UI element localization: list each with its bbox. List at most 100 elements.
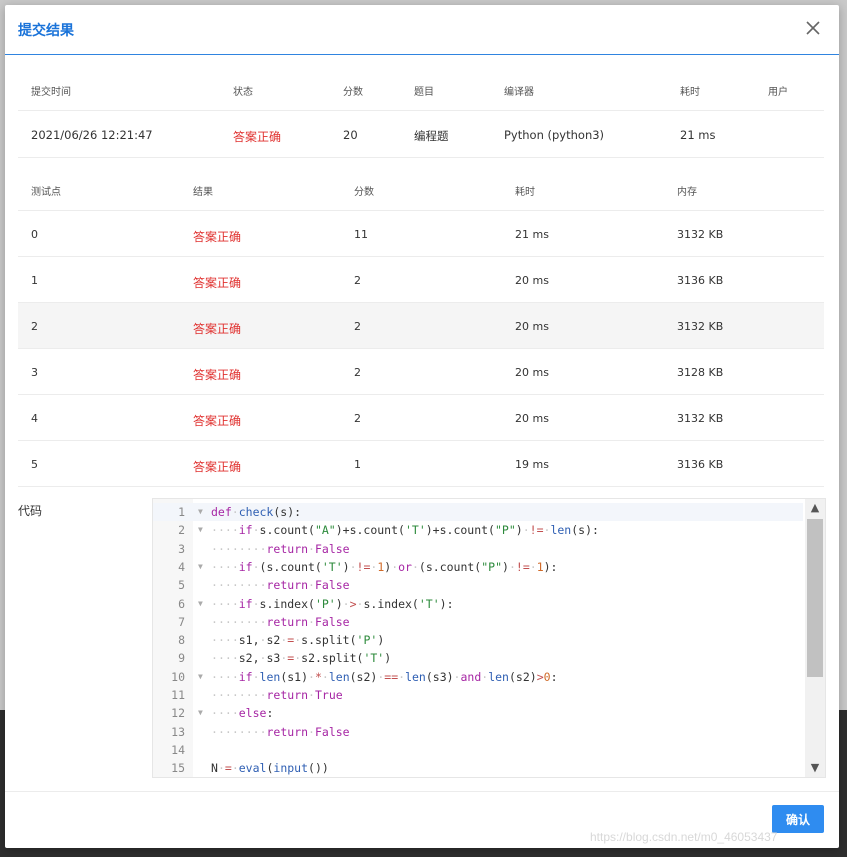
fold-toggle-icon[interactable]: ▼ [198, 668, 203, 686]
code-text: ····if·s.index('P')·>·s.index('T'): [211, 596, 454, 611]
score-value: 20 [343, 128, 358, 142]
code-line: 5 ········return·False [153, 576, 803, 594]
code-editor[interactable]: 1 ▼ def·check(s): 2 ▼ ····if·s.count("A")+s.c… [152, 498, 826, 778]
result-badge: 答案正确 [193, 460, 242, 474]
result-badge: 答案正确 [193, 322, 242, 336]
testcase-id: 2 [31, 320, 38, 333]
code-text: ····if·len(s1)·*·len(s2)·==·len(s3)·and·… [211, 669, 558, 684]
line-number: 7 [178, 614, 185, 629]
code-text: ····else: [211, 706, 274, 721]
table-row: 3 答案正确 2 20 ms 3128 KB [18, 349, 824, 395]
line-number: 14 [171, 742, 185, 757]
testcase-time: 20 ms [515, 274, 549, 287]
testcase-id: 1 [31, 274, 38, 287]
testcase-score: 2 [354, 274, 361, 287]
line-number: 8 [178, 633, 185, 648]
testcase-id: 3 [31, 366, 38, 379]
col-compiler: 编译器 [504, 87, 534, 98]
code-text: ····s2,·s3·=·s2.split('T') [211, 651, 392, 666]
code-line: 2 ▼ ····if·s.count("A")+s.count('T')+s.cou… [153, 521, 803, 539]
fold-toggle-icon[interactable]: ▼ [198, 595, 203, 613]
problem-link[interactable]: 编程题 [414, 128, 449, 144]
testcase-memory: 3136 KB [677, 458, 724, 471]
dialog-title: 提交结果 [18, 23, 74, 39]
code-line: 8 ····s1,·s2·=·s.split('P') [153, 631, 803, 649]
testcase-memory: 3128 KB [677, 366, 724, 379]
col-score: 分数 [354, 187, 374, 198]
close-button[interactable] [803, 18, 823, 38]
testcase-memory: 3132 KB [677, 228, 724, 241]
confirm-button[interactable]: 确认 [772, 805, 824, 833]
code-text: def·check(s): [211, 505, 302, 519]
col-time: 耗时 [515, 187, 535, 198]
code-text: ········return·False [211, 724, 350, 739]
col-memory: 内存 [677, 187, 697, 198]
testcase-memory: 3132 KB [677, 320, 724, 333]
result-badge: 答案正确 [193, 368, 242, 382]
code-line: 6 ▼ ····if·s.index('P')·>·s.index('T'): [153, 595, 803, 613]
testcase-time: 21 ms [515, 228, 549, 241]
time-value: 21 ms [680, 128, 716, 142]
fold-toggle-icon[interactable]: ▼ [198, 503, 203, 521]
fold-toggle-icon[interactable]: ▼ [198, 558, 203, 576]
testcase-score: 1 [354, 458, 361, 471]
chevron-down-icon[interactable]: ▼ [805, 759, 825, 777]
testcase-header-row: 测试点 结果 分数 耗时 内存 [18, 157, 824, 211]
code-text: ········return·False [211, 614, 350, 629]
code-line: 4 ▼ ····if·(s.count('T')·!=·1)·or·(s.count… [153, 558, 803, 576]
code-line: 11 ········return·True [153, 686, 803, 704]
chevron-up-icon[interactable]: ▲ [805, 499, 825, 517]
testcase-id: 4 [31, 412, 38, 425]
watermark: https://blog.csdn.net/m0_46053437 [590, 830, 778, 844]
col-score: 分数 [343, 87, 363, 98]
code-line: 7 ········return·False [153, 613, 803, 631]
code-text: ········return·False [211, 578, 350, 593]
code-line: 3 ········return·False [153, 540, 803, 558]
testcase-time: 20 ms [515, 412, 549, 425]
testcase-score: 2 [354, 366, 361, 379]
testcase-time: 20 ms [515, 366, 549, 379]
table-row: 5 答案正确 1 19 ms 3136 KB [18, 441, 824, 487]
submission-result-dialog: 提交结果 提交时间 状态 分数 题目 编译器 耗时 用户 2021/06/26 … [5, 5, 839, 848]
result-badge: 答案正确 [193, 230, 242, 244]
summary-table: 提交时间 状态 分数 题目 编译器 耗时 用户 2021/06/26 12:21… [18, 67, 824, 158]
code-text: ········return·False [211, 541, 350, 556]
fold-toggle-icon[interactable]: ▼ [198, 521, 203, 539]
close-icon [806, 21, 820, 35]
col-status: 状态 [233, 87, 253, 98]
line-number: 3 [178, 541, 185, 556]
scroll-thumb[interactable] [807, 519, 823, 677]
testcase-score: 11 [354, 228, 368, 241]
result-badge: 答案正确 [193, 276, 242, 290]
summary-row: 2021/06/26 12:21:47 答案正确 20 编程题 Python (… [18, 111, 824, 158]
table-row: 0 答案正确 11 21 ms 3132 KB [18, 211, 824, 257]
compiler-value: Python (python3) [504, 128, 605, 142]
line-number: 2 [178, 523, 185, 538]
code-line: 9 ····s2,·s3·=·s2.split('T') [153, 649, 803, 667]
col-submit-time: 提交时间 [31, 87, 71, 98]
line-number: 12 [171, 706, 185, 721]
code-text: N·=·eval(input()) [211, 761, 329, 776]
code-line: 12 ▼ ····else: [153, 704, 803, 722]
editor-scrollbar[interactable]: ▲ ▼ [805, 499, 825, 777]
result-badge: 答案正确 [193, 414, 242, 428]
line-number: 10 [171, 669, 185, 684]
testcase-time: 20 ms [515, 320, 549, 333]
status-badge: 答案正确 [233, 130, 282, 144]
code-line: 13 ········return·False [153, 723, 803, 741]
line-number: 9 [178, 651, 185, 666]
line-number: 1 [178, 505, 185, 519]
fold-toggle-icon[interactable]: ▼ [198, 704, 203, 722]
dialog-footer-divider [5, 791, 839, 792]
col-result: 结果 [193, 187, 213, 198]
line-number: 5 [178, 578, 185, 593]
testcase-id: 5 [31, 458, 38, 471]
table-row: 1 答案正确 2 20 ms 3136 KB [18, 257, 824, 303]
col-problem: 题目 [414, 87, 434, 98]
testcase-id: 0 [31, 228, 38, 241]
code-text: ····s1,·s2·=·s.split('P') [211, 633, 385, 648]
code-text: ········return·True [211, 688, 343, 702]
line-number: 4 [178, 559, 185, 574]
code-line: 15 N·=·eval(input()) [153, 759, 803, 777]
testcase-memory: 3136 KB [677, 274, 724, 287]
